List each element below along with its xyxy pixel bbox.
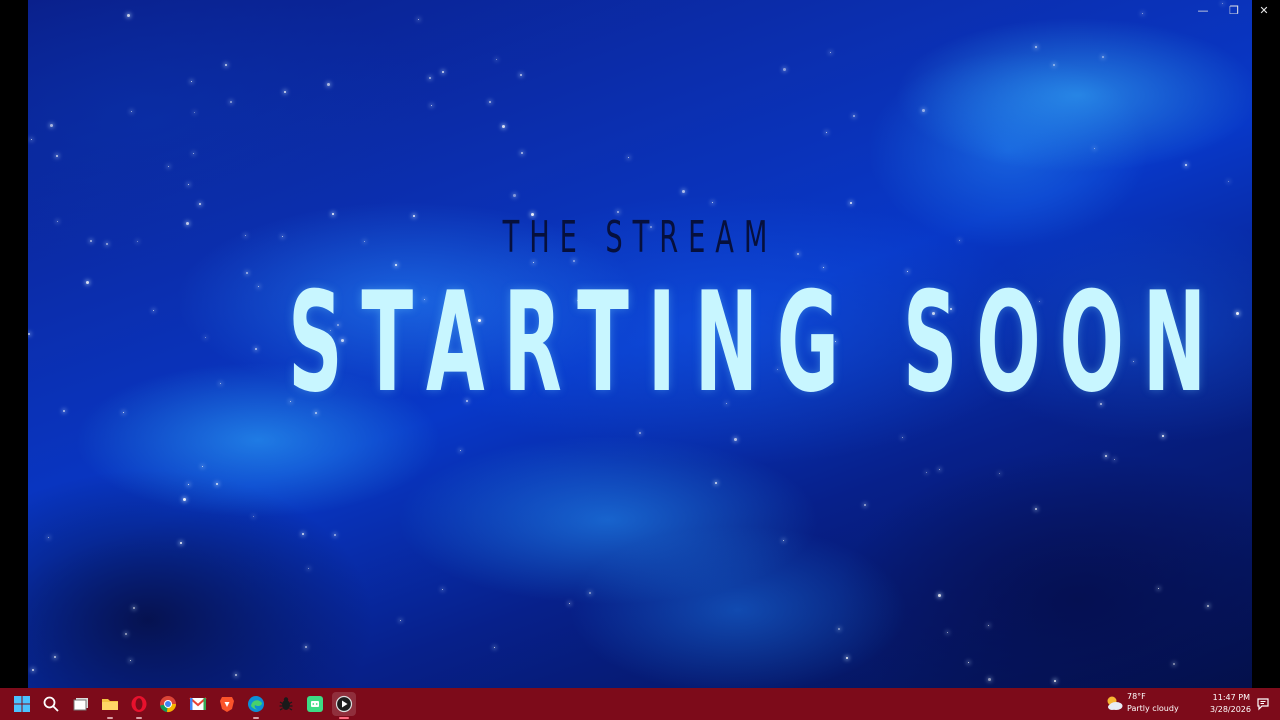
start-button[interactable] [10,692,34,716]
media-player-button[interactable] [332,692,356,719]
minimize-button[interactable]: — [1193,3,1213,19]
windows-logo-icon [14,696,30,712]
weather-condition: Partly cloudy [1127,704,1179,713]
gmail-button[interactable] [186,692,210,716]
edge-button[interactable] [244,692,268,719]
edge-icon [248,696,264,712]
green-app-icon [307,696,323,712]
task-view-icon [73,698,88,711]
folder-icon [102,699,118,710]
notification-button[interactable] [1256,696,1270,711]
notification-icon [1257,698,1269,711]
brave-button[interactable] [215,692,239,716]
play-icon [335,695,353,713]
weather-widget[interactable]: 78°F Partly cloudy [1104,691,1188,717]
brave-icon [220,697,234,712]
starting-soon-overlay: THE STREAM STARTING SOON [0,0,1280,688]
file-explorer-button[interactable] [98,692,122,719]
weather-temperature: 78°F [1127,692,1146,701]
restore-button[interactable]: ❐ [1224,3,1244,19]
chrome-icon [160,696,177,713]
search-icon [43,696,59,712]
gmail-icon [189,697,207,710]
clock-date[interactable]: 3/28/2026 [1210,705,1251,714]
taskbar [0,688,1280,720]
partly-cloudy-icon [1107,696,1123,710]
chrome-button[interactable] [156,692,180,716]
overlay-title: STARTING SOON [288,262,1225,423]
overlay-subtitle: THE STREAM [502,212,778,263]
search-button[interactable] [39,692,63,716]
green-app-button[interactable] [303,692,327,716]
video-window: THE STREAM STARTING SOON [0,0,1280,688]
opera-icon [131,696,147,712]
clock-time[interactable]: 11:47 PM [1213,693,1250,702]
opera-button[interactable] [127,692,151,719]
close-button[interactable]: ✕ [1254,3,1274,19]
bug-app-button[interactable] [274,692,298,716]
bug-icon [279,697,293,711]
task-view-button[interactable] [69,692,93,716]
